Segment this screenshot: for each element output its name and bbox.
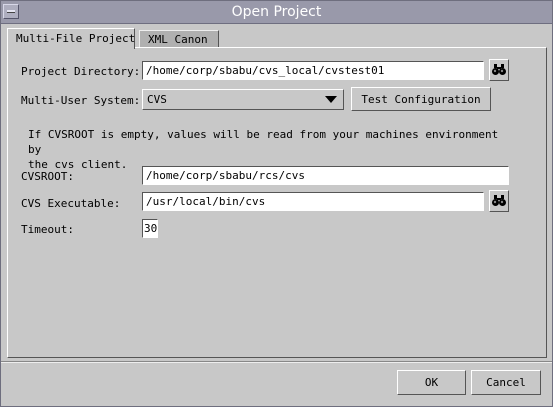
cvs-executable-label: CVS Executable: bbox=[21, 197, 121, 210]
window-title: Open Project bbox=[231, 4, 322, 20]
project-directory-label: Project Directory: bbox=[21, 65, 141, 78]
binoculars-icon bbox=[492, 64, 506, 75]
multi-user-system-select[interactable]: CVS bbox=[142, 89, 344, 110]
cvs-executable-field[interactable]: /usr/local/bin/cvs bbox=[142, 192, 484, 211]
chevron-down-icon bbox=[325, 96, 337, 103]
multi-user-system-label: Multi-User System: bbox=[21, 94, 141, 107]
cvsroot-label: CVSROOT: bbox=[21, 170, 74, 183]
project-directory-field[interactable]: /home/corp/sbabu/cvs_local/cvstest01 bbox=[142, 61, 484, 80]
ok-button[interactable]: OK bbox=[397, 370, 466, 395]
timeout-label: Timeout: bbox=[21, 223, 74, 236]
cvsroot-field[interactable]: /home/corp/sbabu/rcs/cvs bbox=[142, 166, 509, 185]
binoculars-icon bbox=[492, 195, 506, 206]
cancel-button[interactable]: Cancel bbox=[471, 370, 541, 395]
timeout-field[interactable]: 30 bbox=[142, 219, 158, 238]
test-configuration-button[interactable]: Test Configuration bbox=[351, 87, 491, 111]
tab-multi-file-project[interactable]: Multi-File Project bbox=[7, 28, 135, 49]
title-bar[interactable]: Open Project bbox=[1, 1, 552, 24]
project-directory-browse-button[interactable] bbox=[489, 59, 509, 81]
tab-xml-canon[interactable]: XML Canon bbox=[139, 30, 219, 48]
open-project-dialog: Open Project Multi-File Project XML Cano… bbox=[0, 0, 553, 407]
button-separator bbox=[1, 361, 552, 363]
cvs-executable-browse-button[interactable] bbox=[489, 190, 509, 212]
multi-user-system-value: CVS bbox=[147, 93, 167, 106]
